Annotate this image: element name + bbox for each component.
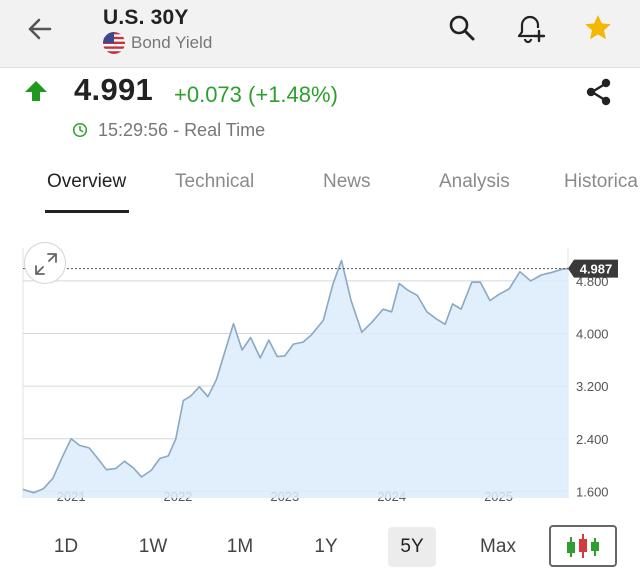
back-button[interactable] bbox=[22, 14, 58, 44]
range-1m[interactable]: 1M bbox=[216, 527, 264, 567]
clock-icon bbox=[72, 122, 88, 138]
chart-type-button[interactable] bbox=[549, 525, 617, 567]
us-flag-icon bbox=[103, 32, 125, 54]
up-arrow-icon bbox=[25, 81, 47, 101]
add-alert-button[interactable] bbox=[514, 12, 546, 44]
quote-time-row: 15:29:56 - Real Time bbox=[72, 119, 265, 141]
time-range-selector: 1D 1W 1M 1Y 5Y Max bbox=[0, 522, 640, 574]
price-change: +0.073 (+1.48%) bbox=[174, 82, 338, 107]
active-tab-indicator bbox=[45, 210, 129, 213]
back-arrow-icon bbox=[28, 18, 52, 40]
range-1d[interactable]: 1D bbox=[42, 527, 90, 567]
candlestick-icon bbox=[567, 534, 599, 558]
y-tick-label: 4.000 bbox=[576, 327, 609, 342]
quote-header: 4.991 +0.073 (+1.48%) bbox=[0, 68, 640, 118]
instrument-title: U.S. 30Y bbox=[103, 6, 189, 29]
tab-historical[interactable]: Historica bbox=[564, 171, 638, 193]
price-chart[interactable]: 1.6002.4003.2004.0004.800202120222023202… bbox=[0, 230, 640, 510]
quote-time: 15:29:56 - Real Time bbox=[98, 119, 266, 140]
tab-technical[interactable]: Technical bbox=[175, 171, 254, 193]
tab-overview[interactable]: Overview bbox=[47, 171, 126, 193]
search-icon bbox=[449, 15, 475, 41]
range-1y[interactable]: 1Y bbox=[302, 527, 350, 567]
expand-chart-button[interactable] bbox=[24, 242, 66, 284]
y-tick-label: 3.200 bbox=[576, 379, 609, 394]
section-tabs: Overview Technical News Analysis Histori… bbox=[0, 166, 640, 216]
chart-canvas: 1.6002.4003.2004.0004.800202120222023202… bbox=[22, 248, 618, 504]
expand-icon bbox=[35, 253, 57, 275]
y-tick-label: 1.600 bbox=[576, 484, 609, 499]
share-icon bbox=[586, 78, 611, 106]
favorite-button[interactable] bbox=[582, 12, 614, 44]
range-max[interactable]: Max bbox=[474, 527, 522, 567]
instrument-subtitle-row: Bond Yield bbox=[103, 32, 212, 54]
star-icon bbox=[585, 15, 611, 40]
series-area bbox=[23, 260, 568, 498]
current-value-label: 4.987 bbox=[580, 262, 613, 277]
instrument-subtitle: Bond Yield bbox=[131, 33, 213, 52]
y-tick-label: 2.400 bbox=[576, 432, 609, 447]
last-price: 4.991 bbox=[74, 72, 154, 107]
tab-news[interactable]: News bbox=[323, 171, 371, 193]
range-1w[interactable]: 1W bbox=[129, 527, 177, 567]
share-button[interactable] bbox=[583, 76, 615, 108]
search-button[interactable] bbox=[446, 12, 478, 44]
range-5y[interactable]: 5Y bbox=[388, 527, 436, 567]
top-app-bar: U.S. 30Y Bond Yield bbox=[0, 0, 640, 68]
tab-analysis[interactable]: Analysis bbox=[439, 171, 510, 193]
add-alert-icon bbox=[517, 15, 546, 44]
